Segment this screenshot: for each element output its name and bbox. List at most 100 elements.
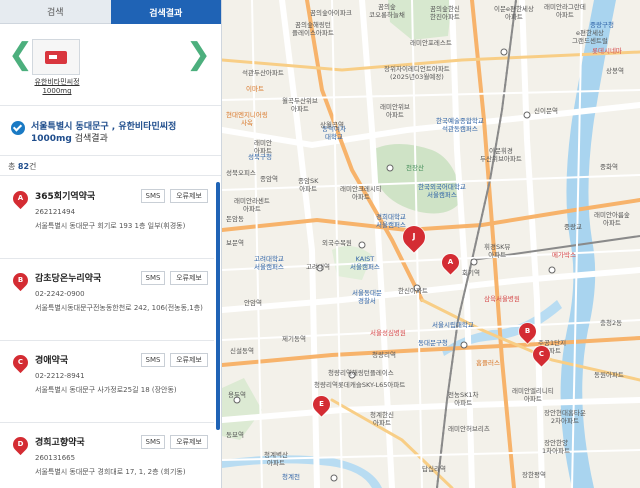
map-label: 상봉역 xyxy=(606,67,624,75)
pharmacy-address: 서울특별시 동대문구 경희대로 17, 1, 2층 (회기동) xyxy=(35,468,186,476)
pharmacy-name[interactable]: 365회기역약국 xyxy=(35,189,95,202)
map-label: 한신아파트 xyxy=(398,287,428,295)
map-marker-c[interactable]: C xyxy=(529,342,554,367)
report-error-button[interactable]: 오류제보 xyxy=(170,189,208,203)
map-label: 꿈의숲 코오롱하늘채 xyxy=(369,3,405,19)
marker-letter: C xyxy=(538,350,545,358)
map-label: 래미안라그란데 아파트 xyxy=(544,3,586,19)
result-count: 총 82건 xyxy=(0,156,221,176)
map-label: 청계벽산 아파트 xyxy=(264,451,288,467)
map-marker-j[interactable]: J xyxy=(398,221,430,253)
map-label: 제기동역 xyxy=(282,335,306,343)
map-label: 외국수목원 xyxy=(322,239,352,247)
map-label: 종암SK 아파트 xyxy=(298,177,319,193)
pin-letter: D xyxy=(17,440,24,448)
pharmacy-name[interactable]: 경희고향약국 xyxy=(35,435,85,448)
map-label: 장안한양 1차아파트 xyxy=(542,439,571,455)
chevron-right-icon[interactable]: ❯ xyxy=(186,40,211,70)
product-thumbnail xyxy=(32,39,80,75)
map-label: 충청2동 xyxy=(600,319,623,327)
list-scrollbar[interactable] xyxy=(216,182,220,430)
map-pin-icon: C xyxy=(9,351,32,374)
map-label: 청량리역 xyxy=(372,351,396,359)
map-label: 동대문구청 xyxy=(418,339,448,347)
result-heading: 서울특별시 동대문구 , 유한비타민씨정 1000mg 검색결과 xyxy=(0,106,221,156)
map-label: 래미안크레시티 아파트 xyxy=(340,185,382,201)
product-card[interactable]: 유한비타민씨정1000mg xyxy=(32,39,82,96)
map-label: 회기역 xyxy=(462,269,480,277)
map-label: 래미안포레스트 xyxy=(410,39,452,47)
list-item[interactable]: A 365회기역약국 SMS 오류제보 262121494 서울특별시 동대문구… xyxy=(0,177,214,259)
map-label: 꿈의숲한신 한진아파트 xyxy=(430,5,460,21)
tab-bar: 검색 검색결과 xyxy=(0,0,221,24)
map-marker-a[interactable]: A xyxy=(438,250,463,275)
map-label: 전농SK1차 아파트 xyxy=(448,391,479,407)
map-label: 천장산 xyxy=(406,164,424,172)
map-pin-icon: B xyxy=(9,269,32,292)
pin-letter: A xyxy=(17,194,24,202)
product-name[interactable]: 유한비타민씨정1000mg xyxy=(32,78,82,96)
map-label: 청계천 xyxy=(282,473,300,481)
map-label: 석관두산아파트 xyxy=(242,69,284,77)
check-circle-icon xyxy=(11,121,25,135)
result-suffix: 검색결과 xyxy=(71,134,108,144)
map-label: 답십리역 xyxy=(422,465,446,473)
pin-letter: C xyxy=(17,358,24,366)
pharmacy-name[interactable]: 경애약국 xyxy=(35,353,68,366)
tab-search[interactable]: 검색 xyxy=(0,0,111,24)
marker-letter: E xyxy=(319,400,324,408)
map-label: 이문휘경 두산위브아파트 xyxy=(480,147,522,163)
sms-button[interactable]: SMS xyxy=(141,353,165,367)
list-item[interactable]: C 경애약국 SMS 오류제보 02-2212-8941 서울특별시 동대문구 … xyxy=(0,341,214,423)
map-label: 상월곡역 xyxy=(320,121,344,129)
map-label: 삼육서울병원 xyxy=(484,295,520,303)
report-error-button[interactable]: 오류제보 xyxy=(170,435,208,449)
tab-search-results[interactable]: 검색결과 xyxy=(110,0,221,24)
marker-letter: B xyxy=(524,327,531,335)
map-label: 장한평역 xyxy=(522,471,546,479)
product-carousel: ❮ 유한비타민씨정1000mg ❯ xyxy=(0,24,221,106)
list-item[interactable]: D 경희고향약국 SMS 오류제보 260131665 서울특별시 동대문구 경… xyxy=(0,423,214,488)
report-error-button[interactable]: 오류제보 xyxy=(170,271,208,285)
map-label: 래미안라센트 아파트 xyxy=(234,197,270,213)
map-label: 서울시립대학교 xyxy=(432,321,474,329)
map-label: 이문e편한세상 아파트 xyxy=(494,5,534,21)
map-marker-e[interactable]: E xyxy=(309,392,334,417)
map-label: 이마트 xyxy=(246,85,264,93)
map-view[interactable]: 꿈의숲아이파크 꿈의숲해링턴 플레이스아파트 꿈의숲 코오롱하늘채 래미안포레스… xyxy=(222,0,640,488)
marker-letter: A xyxy=(447,258,454,266)
map-label: 동묘역 xyxy=(226,431,244,439)
marker-letter: J xyxy=(412,232,416,241)
chevron-left-icon[interactable]: ❮ xyxy=(8,40,33,70)
map-label: 안암역 xyxy=(244,299,262,307)
map-label: 꿈의숲아이파크 xyxy=(310,9,352,17)
pharmacy-address: 서울특별시동대문구전농동한천로 242, 106(전농동,1층) xyxy=(35,304,203,312)
sms-button[interactable]: SMS xyxy=(141,435,165,449)
map-label: 돈암동 xyxy=(226,215,244,223)
map-label: 보문역 xyxy=(226,239,244,247)
map-label: 롯데시네마 xyxy=(592,47,622,55)
map-label: 월곡두산위브 아파트 xyxy=(282,97,318,113)
map-pin-icon: A xyxy=(9,187,32,210)
sms-button[interactable]: SMS xyxy=(141,271,165,285)
pharmacy-name[interactable]: 감초당온누리약국 xyxy=(35,271,101,284)
sms-button[interactable]: SMS xyxy=(141,189,165,203)
map-label: 한국예술종합학교 석관동캠퍼스 xyxy=(436,117,484,133)
count-suffix: 건 xyxy=(29,162,37,171)
map-label: 꿈의숲해링턴 플레이스아파트 xyxy=(292,21,334,37)
report-error-button[interactable]: 오류제보 xyxy=(170,353,208,367)
map-label: 동원아파트 xyxy=(594,371,624,379)
map-label: 서울동대문 경찰서 xyxy=(352,289,382,305)
pharmacy-phone: 262121494 xyxy=(35,208,76,216)
pharmacy-phone: 02-2212-8941 xyxy=(35,372,85,380)
list-item[interactable]: B 감초당온누리약국 SMS 오류제보 02-2242-0900 서울특별시동대… xyxy=(0,259,214,341)
map-label: 장안현대홈타운 2차아파트 xyxy=(544,409,586,425)
map-label: 청계한신 아파트 xyxy=(370,411,394,427)
map-label: 성북구청 xyxy=(248,153,272,161)
map-label: 종암역 xyxy=(260,175,278,183)
map-marker-b[interactable]: B xyxy=(515,319,540,344)
count-prefix: 총 xyxy=(8,162,18,171)
map-label: 성북오피스 xyxy=(226,169,256,177)
map-label: 홈플러스 xyxy=(476,359,500,367)
map-label: 한국외국어대학교 서울캠퍼스 xyxy=(418,183,466,199)
